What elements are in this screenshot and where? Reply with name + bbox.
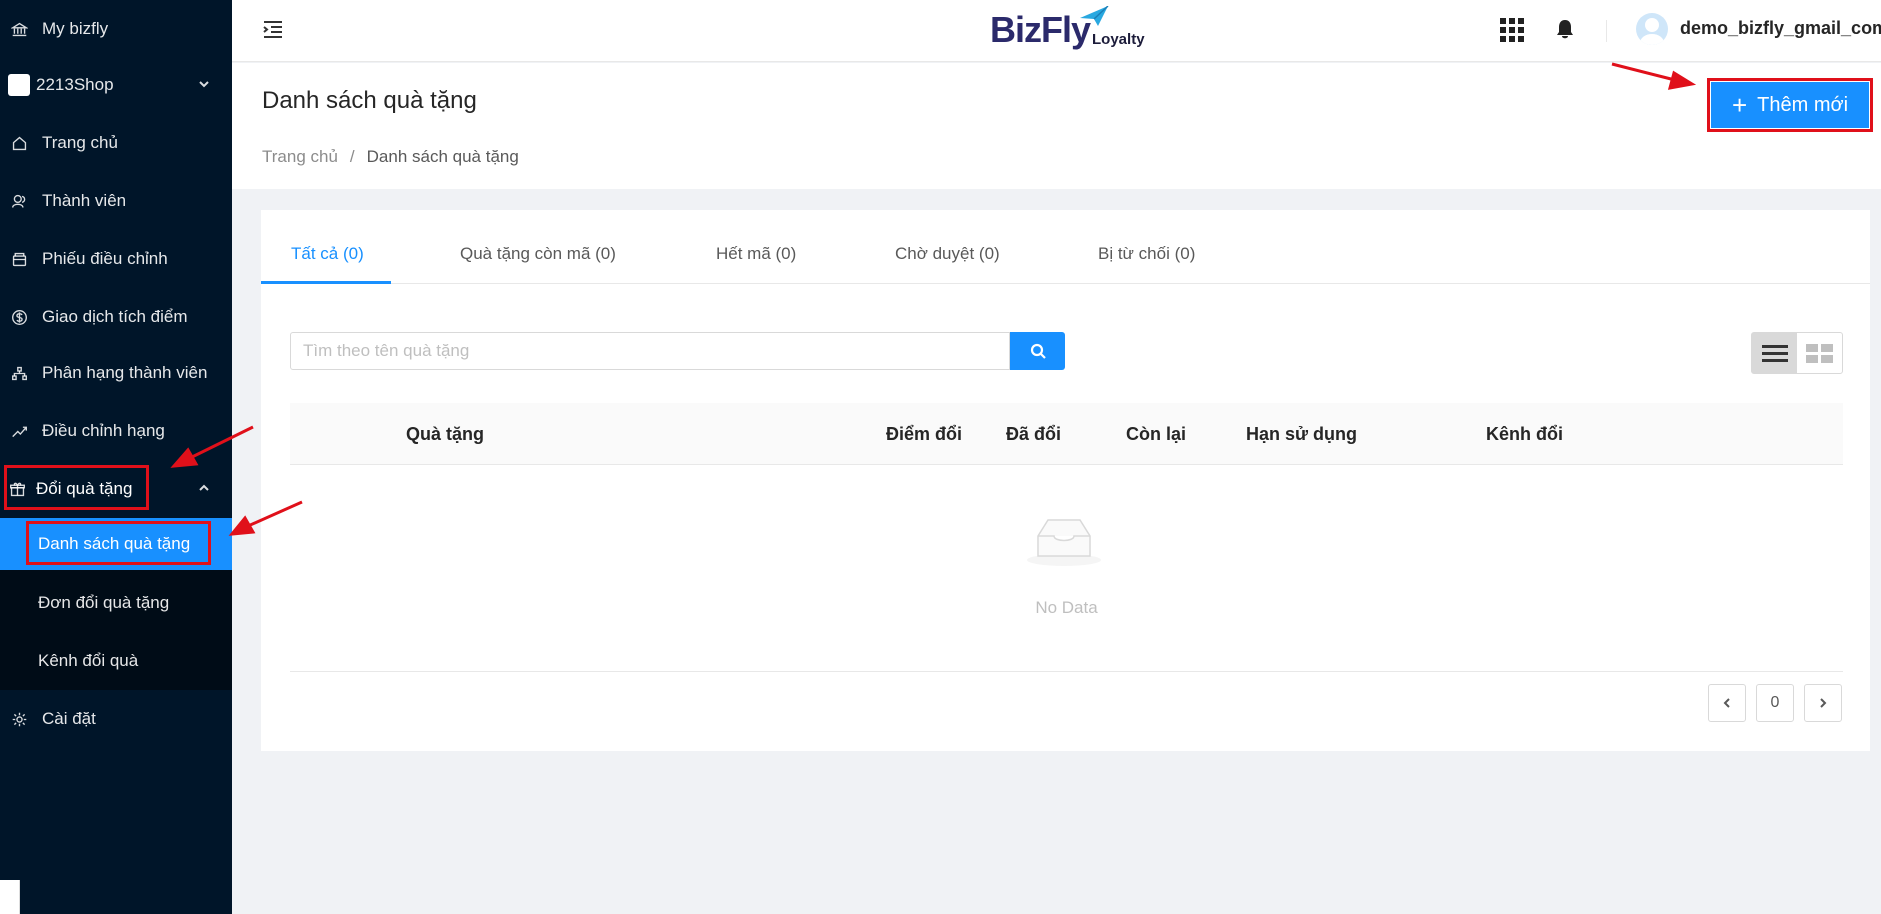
sidebar-item-gift-exchange[interactable]: Đổi quà tặng bbox=[0, 460, 232, 518]
search-button[interactable] bbox=[1010, 332, 1065, 370]
tab-out-of-code[interactable]: Hết mã (0) bbox=[716, 244, 796, 264]
brand-sub: Loyalty bbox=[1092, 31, 1145, 48]
table-header: Quà tặng Điểm đổi Đã đổi Còn lại Hạn sử … bbox=[290, 403, 1843, 465]
next-page-button[interactable] bbox=[1804, 684, 1842, 722]
add-new-label: Thêm mới bbox=[1757, 93, 1849, 116]
list-view-button[interactable] bbox=[1752, 333, 1797, 373]
sidebar-item-label: Điều chỉnh hạng bbox=[42, 421, 165, 440]
home-icon bbox=[10, 134, 28, 152]
search-input[interactable] bbox=[290, 332, 1010, 370]
tab-ink-bar bbox=[261, 281, 391, 284]
dollar-icon bbox=[10, 308, 28, 326]
grid-view-icon bbox=[1806, 343, 1833, 363]
column-header-gift: Quà tặng bbox=[406, 424, 485, 444]
submenu-item-label: Kênh đổi quà bbox=[38, 651, 139, 670]
top-header: BizFly Loyalty demo_bizfly_gmail_com bbox=[232, 0, 1881, 62]
menu-fold-icon[interactable] bbox=[262, 18, 286, 42]
column-header-points: Điểm đổi bbox=[886, 424, 963, 444]
tier-icon bbox=[10, 364, 28, 382]
submenu-item-gift-list[interactable]: Danh sách quà tặng bbox=[0, 518, 232, 570]
sidebar-item-label: Phân hạng thành viên bbox=[42, 363, 208, 382]
tab-has-code[interactable]: Quà tặng còn mã (0) bbox=[460, 244, 616, 264]
column-header-redeemed: Đã đổi bbox=[1006, 424, 1062, 444]
sidebar-item-label: Trang chủ bbox=[42, 133, 118, 152]
empty-text: No Data bbox=[1035, 598, 1098, 617]
gift-list-card: Tất cả (0) Quà tặng còn mã (0) Hết mã (0… bbox=[261, 210, 1870, 751]
plus-icon: + bbox=[1731, 90, 1748, 120]
column-header-channel: Kênh đổi bbox=[1486, 424, 1563, 444]
sidebar-item-label: Giao dịch tích điểm bbox=[42, 307, 188, 326]
sidebar-item-member-tiers[interactable]: Phân hạng thành viên bbox=[0, 344, 232, 402]
header-divider bbox=[1606, 20, 1607, 42]
sidebar-item-shop[interactable]: 2213Shop bbox=[0, 56, 232, 114]
breadcrumb-separator: / bbox=[349, 147, 355, 166]
sidebar-item-label: Cài đặt bbox=[42, 709, 96, 728]
submenu-item-label: Đơn đổi quà tặng bbox=[38, 593, 170, 612]
gear-icon bbox=[10, 710, 28, 728]
sidebar-item-point-transactions[interactable]: Giao dịch tích điểm bbox=[0, 288, 232, 346]
sidebar-item-settings[interactable]: Cài đặt bbox=[0, 690, 232, 748]
breadcrumb-current: Danh sách quà tặng bbox=[366, 147, 519, 166]
chevron-right-icon bbox=[1820, 698, 1827, 708]
page-number[interactable]: 0 bbox=[1756, 684, 1794, 722]
column-header-remaining: Còn lại bbox=[1126, 424, 1187, 444]
brand-name: BizFly bbox=[990, 9, 1091, 50]
chevron-down-icon bbox=[198, 75, 210, 95]
chevron-up-icon bbox=[198, 479, 210, 499]
empty-inbox-icon bbox=[1027, 519, 1101, 566]
paper-plane-icon bbox=[1080, 6, 1109, 26]
shop-avatar bbox=[8, 74, 30, 96]
add-new-button[interactable]: + Thêm mới bbox=[1711, 82, 1869, 128]
sidebar-item-adjustment-slip[interactable]: Phiếu điều chỉnh bbox=[0, 230, 232, 288]
sidebar-item-label: 2213Shop bbox=[36, 75, 114, 94]
bell-icon[interactable] bbox=[1554, 18, 1578, 42]
view-toggle bbox=[1751, 332, 1843, 374]
gift-icon bbox=[8, 480, 26, 498]
sidebar-item-tier-adjustment[interactable]: Điều chỉnh hạng bbox=[0, 402, 232, 460]
wallet-icon bbox=[10, 250, 28, 268]
sidebar-item-my-bizfly[interactable]: My bizfly bbox=[0, 0, 232, 58]
sidebar-item-home[interactable]: Trang chủ bbox=[0, 114, 232, 172]
sidebar-item-members[interactable]: Thành viên bbox=[0, 172, 232, 230]
corner-logo bbox=[0, 880, 20, 914]
grid-view-button[interactable] bbox=[1797, 333, 1842, 373]
page-header: Danh sách quà tặng Trang chủ / Danh sách… bbox=[232, 63, 1881, 189]
sidebar-item-label: Đổi quà tặng bbox=[36, 479, 133, 498]
sidebar: My bizfly 2213Shop Trang chủ Thành viên … bbox=[0, 0, 232, 914]
members-icon bbox=[10, 192, 28, 210]
list-view-icon bbox=[1761, 344, 1788, 362]
sidebar-item-label: Phiếu điều chỉnh bbox=[42, 249, 168, 268]
tab-all[interactable]: Tất cả (0) bbox=[291, 244, 364, 264]
status-tabs: Tất cả (0) Quà tặng còn mã (0) Hết mã (0… bbox=[261, 210, 1870, 284]
user-name[interactable]: demo_bizfly_gmail_com bbox=[1680, 18, 1881, 39]
prev-page-button[interactable] bbox=[1708, 684, 1746, 722]
brand-logo: BizFly Loyalty bbox=[990, 6, 1145, 52]
submenu-item-gift-orders[interactable]: Đơn đổi quà tặng bbox=[0, 574, 232, 632]
search-icon bbox=[1030, 343, 1046, 359]
bank-icon bbox=[10, 20, 28, 38]
empty-state: No Data bbox=[290, 466, 1843, 672]
page-title: Danh sách quà tặng bbox=[262, 87, 477, 114]
tab-rejected[interactable]: Bị từ chối (0) bbox=[1098, 244, 1195, 264]
trend-icon bbox=[10, 422, 28, 440]
user-avatar[interactable] bbox=[1636, 13, 1668, 45]
submenu-item-label: Danh sách quà tặng bbox=[38, 534, 191, 553]
sidebar-item-label: My bizfly bbox=[42, 19, 109, 38]
tab-pending[interactable]: Chờ duyệt (0) bbox=[895, 244, 1000, 264]
apps-grid-icon[interactable] bbox=[1500, 18, 1524, 42]
chevron-left-icon bbox=[1723, 698, 1730, 708]
breadcrumb: Trang chủ / Danh sách quà tặng bbox=[262, 147, 519, 167]
sidebar-item-label: Thành viên bbox=[42, 191, 127, 210]
submenu-item-gift-channels[interactable]: Kênh đổi quà bbox=[0, 632, 232, 690]
breadcrumb-home[interactable]: Trang chủ bbox=[262, 147, 338, 167]
column-header-expiry: Hạn sử dụng bbox=[1246, 424, 1358, 444]
